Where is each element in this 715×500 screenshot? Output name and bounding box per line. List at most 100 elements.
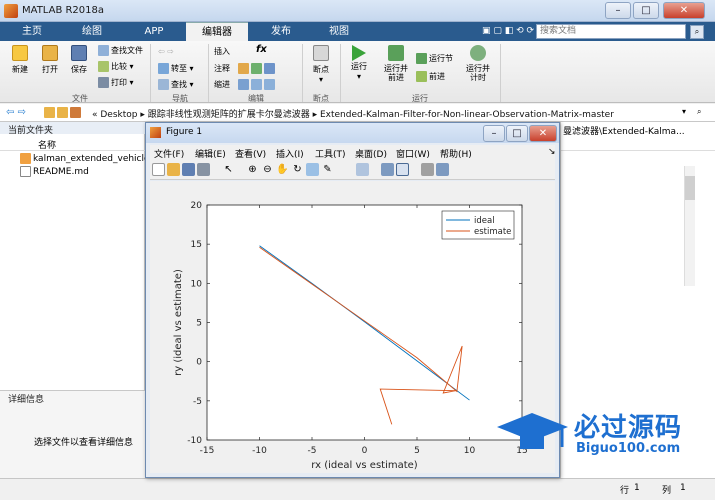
breakpoint-icon xyxy=(313,45,329,61)
figure-maximize-button[interactable]: □ xyxy=(506,125,528,142)
tab-view[interactable]: 视图 xyxy=(312,22,366,41)
run-and-advance-button[interactable]: 运行并 前进 xyxy=(380,45,412,82)
current-folder-path[interactable]: « Desktop ▸ 跟踪非线性观测矩阵的扩展卡尔曼滤波器 ▸ Extende… xyxy=(92,107,614,120)
new-figure-icon[interactable] xyxy=(152,163,165,176)
menu-edit[interactable]: 编辑(E) xyxy=(195,147,226,160)
figure-menubar: 文件(F) 编辑(E) 查看(V) 插入(I) 工具(T) 桌面(D) 窗口(W… xyxy=(150,145,556,160)
search-input[interactable]: 搜索文档 xyxy=(536,24,686,39)
scrollbar-thumb[interactable] xyxy=(685,176,695,200)
magnifier-icon xyxy=(158,79,169,90)
folder-nav-icons[interactable] xyxy=(44,107,83,118)
browse-folder-icon xyxy=(57,107,68,118)
group-label-navigate: 导航 xyxy=(172,94,188,103)
print-figure-icon[interactable] xyxy=(197,163,210,176)
ribbon-separator xyxy=(340,44,341,102)
brush-icon[interactable]: ✎ xyxy=(321,163,334,176)
address-search-icon[interactable]: ⌕ xyxy=(697,107,701,117)
menu-desktop[interactable]: 桌面(D) xyxy=(355,147,387,160)
run-section-button[interactable]: 运行节 xyxy=(416,53,453,64)
folder-icon xyxy=(42,45,58,61)
print-button[interactable]: 打印 ▾ xyxy=(98,77,134,88)
search-icon[interactable]: ⌕ xyxy=(690,25,704,39)
tab-plots[interactable]: 绘图 xyxy=(62,22,122,41)
current-folder-panel: 当前文件夹 名称 kalman_extended_vehicle README.… xyxy=(0,122,145,390)
pointer-icon[interactable]: ↖ xyxy=(222,163,235,176)
refresh-folder-icon xyxy=(70,107,81,118)
run-and-time-button[interactable]: 运行并 计时 xyxy=(462,45,494,82)
tab-apps[interactable]: APP xyxy=(124,22,184,41)
minimize-button[interactable]: – xyxy=(605,2,631,19)
run-section-icon xyxy=(416,53,427,64)
comment-button[interactable]: 注释 xyxy=(214,63,230,74)
nav-arrows[interactable]: ⇦ ⇨ xyxy=(158,47,174,56)
ribbon-separator xyxy=(302,44,303,102)
zoom-out-icon[interactable]: ⊖ xyxy=(261,163,274,176)
window-title: MATLAB R2018a xyxy=(22,5,105,16)
save-figure-icon[interactable] xyxy=(182,163,195,176)
goto-icon xyxy=(158,63,169,74)
comment-percent-icon xyxy=(238,63,249,74)
new-button[interactable]: 新建 xyxy=(8,45,32,75)
menu-window[interactable]: 窗口(W) xyxy=(396,147,430,160)
zoom-in-icon[interactable]: ⊕ xyxy=(246,163,259,176)
goto-button[interactable]: 转至 ▾ xyxy=(158,63,194,74)
legend-label-ideal: ideal xyxy=(474,216,495,226)
close-button[interactable]: ✕ xyxy=(663,2,705,19)
run-button[interactable]: 运行 ▾ xyxy=(346,45,372,81)
tab-home[interactable]: 主页 xyxy=(6,22,58,41)
column-header[interactable]: 名称 xyxy=(0,137,145,151)
up-folder-icon xyxy=(44,107,55,118)
compare-button[interactable]: 比较 ▾ xyxy=(98,61,134,72)
y-tick-label: 0 xyxy=(196,358,202,368)
editor-scrollbar[interactable] xyxy=(684,166,695,286)
back-forward-arrows[interactable]: ⇦ ⇨ xyxy=(6,107,26,118)
tab-editor[interactable]: 编辑器 xyxy=(186,22,248,41)
menu-view[interactable]: 查看(V) xyxy=(235,147,266,160)
find-files-button[interactable]: 查找文件 xyxy=(98,45,143,56)
x-tick-label: -15 xyxy=(200,446,215,456)
dock-arrow-icon[interactable]: ↘ xyxy=(548,147,556,157)
legend-label-estimate: estimate xyxy=(474,227,511,237)
figure-minimize-button[interactable]: – xyxy=(483,125,505,142)
list-item[interactable]: README.md xyxy=(20,166,145,178)
figure-title-bar[interactable]: Figure 1 – □ ✕ xyxy=(146,123,559,143)
ribbon-separator xyxy=(150,44,151,102)
new-file-icon xyxy=(12,45,28,61)
details-title: 详细信息 xyxy=(8,395,45,405)
group-label-edit: 编辑 xyxy=(248,94,264,103)
show-plot-tools-icon[interactable] xyxy=(436,163,449,176)
open-file-icon[interactable] xyxy=(167,163,180,176)
colorbar-icon[interactable] xyxy=(381,163,394,176)
link-plot-icon[interactable] xyxy=(356,163,369,176)
menu-tools[interactable]: 工具(T) xyxy=(315,147,346,160)
x-tick-label: 0 xyxy=(362,446,368,456)
advance-button[interactable]: 前进 xyxy=(416,71,445,82)
list-item[interactable]: kalman_extended_vehicle xyxy=(20,153,145,165)
maximize-button[interactable]: □ xyxy=(633,2,659,19)
save-button[interactable]: 保存 xyxy=(66,45,92,75)
menu-insert[interactable]: 插入(I) xyxy=(276,147,304,160)
fx-button[interactable]: fx xyxy=(256,44,267,55)
indent-button[interactable]: 缩进 xyxy=(214,79,230,90)
data-cursor-icon[interactable] xyxy=(306,163,319,176)
y-axis-label: ry (ideal vs estimate) xyxy=(173,269,184,376)
matlab-app-window: MATLAB R2018a – □ ✕ 主页 绘图 APP 编辑器 发布 视图 … xyxy=(0,0,715,500)
legend-icon[interactable] xyxy=(396,163,409,176)
indent-tool-icons[interactable] xyxy=(238,79,277,90)
tab-publish[interactable]: 发布 xyxy=(252,22,310,41)
pan-hand-icon[interactable]: ✋ xyxy=(276,163,289,176)
rotate-3d-icon[interactable]: ↻ xyxy=(291,163,304,176)
figure-close-button[interactable]: ✕ xyxy=(529,125,557,142)
y-tick-label: -5 xyxy=(193,397,202,407)
menu-help[interactable]: 帮助(H) xyxy=(440,147,472,160)
breakpoints-button[interactable]: 断点 ▾ xyxy=(308,45,334,84)
hide-plot-tools-icon[interactable] xyxy=(421,163,434,176)
insert-button[interactable]: 插入 xyxy=(214,46,230,57)
address-dropdown-icon[interactable]: ▾ xyxy=(682,107,686,116)
text-file-icon xyxy=(20,166,31,177)
group-label-breakpoints: 断点 xyxy=(313,94,329,103)
edit-tool-icons[interactable] xyxy=(238,63,277,74)
find-button[interactable]: 查找 ▾ xyxy=(158,79,194,90)
menu-file[interactable]: 文件(F) xyxy=(154,147,184,160)
open-button[interactable]: 打开 xyxy=(38,45,62,75)
